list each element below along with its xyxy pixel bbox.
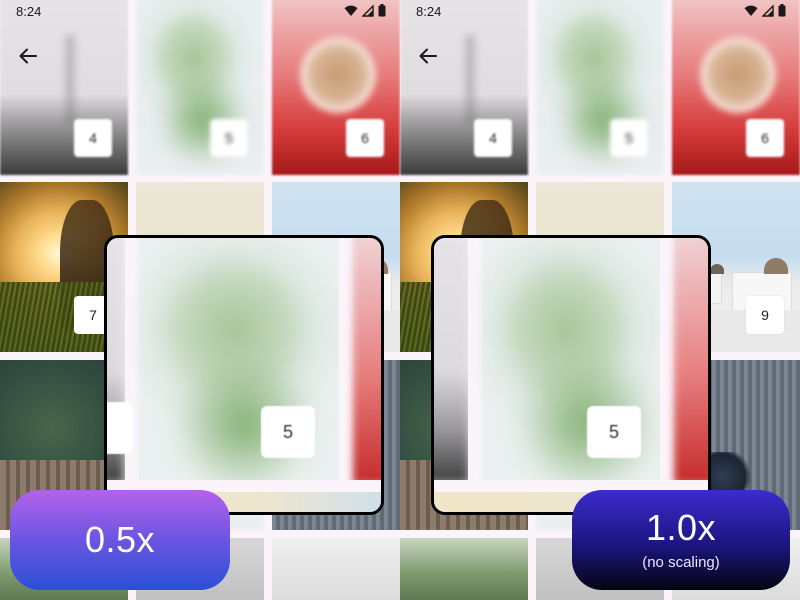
photo-tile-5[interactable]: 5 bbox=[536, 0, 664, 175]
scale-label: 1.0x bbox=[645, 506, 717, 548]
signal-icon bbox=[362, 4, 374, 17]
tile-number-badge: 4 bbox=[74, 119, 112, 157]
status-icons bbox=[744, 4, 786, 17]
tile-number-badge: 5 bbox=[210, 119, 248, 157]
photo-tile-6[interactable]: 6 bbox=[272, 0, 400, 175]
dome-shape bbox=[764, 258, 788, 274]
back-button[interactable] bbox=[414, 42, 442, 70]
magnified-gutter bbox=[339, 238, 353, 488]
magnified-tile-number-4 bbox=[107, 402, 133, 454]
scale-badge-left: 0.5x bbox=[10, 490, 230, 590]
wifi-icon bbox=[344, 5, 358, 16]
signal-icon bbox=[762, 4, 774, 17]
magnified-gutter bbox=[468, 238, 482, 488]
magnified-content: 5 bbox=[434, 238, 708, 512]
coffee-cup-shape bbox=[698, 35, 778, 115]
photo-tile-13[interactable] bbox=[400, 538, 528, 600]
status-time: 8:24 bbox=[16, 4, 42, 19]
magnified-coffee-tile bbox=[674, 238, 708, 484]
tile-number-badge: 6 bbox=[346, 119, 384, 157]
arrow-back-icon bbox=[19, 48, 37, 64]
scale-sublabel: (no scaling) bbox=[642, 553, 720, 571]
coffee-cup-shape bbox=[298, 35, 378, 115]
magnified-eiffel-tile bbox=[434, 238, 470, 484]
photo-tile-15[interactable] bbox=[272, 538, 400, 600]
photo-tile-4[interactable]: 4 bbox=[0, 0, 128, 175]
wifi-icon bbox=[744, 5, 758, 16]
tile-number-badge: 6 bbox=[746, 119, 784, 157]
arrow-back-icon bbox=[419, 48, 437, 64]
magnified-gutter bbox=[660, 238, 674, 488]
battery-icon bbox=[378, 4, 386, 17]
magnified-content: 5 bbox=[107, 238, 381, 512]
photo-tile-4[interactable]: 4 bbox=[400, 0, 528, 175]
eiffel-tower-shape bbox=[55, 35, 85, 125]
scale-badge-right: 1.0x (no scaling) bbox=[572, 490, 790, 590]
tile-number-badge: 9 bbox=[746, 296, 784, 334]
tile-number-badge: 5 bbox=[610, 119, 648, 157]
magnified-coffee-tile bbox=[353, 238, 381, 484]
eiffel-tower-shape bbox=[455, 35, 485, 125]
battery-icon bbox=[778, 4, 786, 17]
magnifier-window-right: 5 bbox=[431, 235, 711, 515]
tile-number-badge: 4 bbox=[474, 119, 512, 157]
status-icons bbox=[344, 4, 386, 17]
magnified-heart-tile bbox=[139, 238, 351, 494]
status-time: 8:24 bbox=[416, 4, 442, 19]
photo-tile-5[interactable]: 5 bbox=[136, 0, 264, 175]
scale-label: 0.5x bbox=[84, 519, 156, 560]
magnified-tile-number: 5 bbox=[587, 406, 641, 458]
magnifier-window-left: 5 bbox=[104, 235, 384, 515]
photo-tile-6[interactable]: 6 bbox=[672, 0, 800, 175]
back-button[interactable] bbox=[14, 42, 42, 70]
magnified-tile-number: 5 bbox=[261, 406, 315, 458]
dome-shape bbox=[710, 264, 724, 274]
